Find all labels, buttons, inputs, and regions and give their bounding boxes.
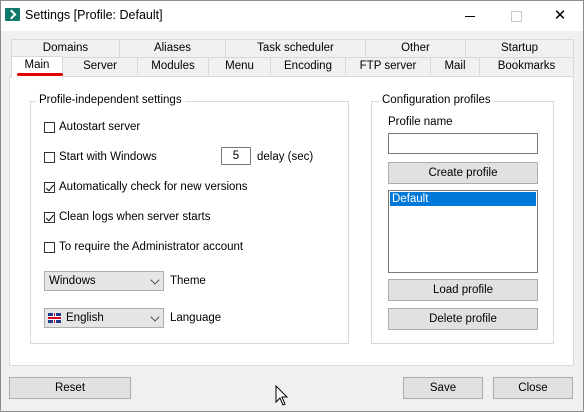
profiles-listbox[interactable]: Default	[388, 190, 538, 273]
theme-label: Theme	[170, 275, 206, 287]
mouse-cursor-icon	[275, 385, 289, 406]
clean-logs-checkbox[interactable]: Clean logs when server starts	[44, 210, 210, 224]
autostart-checkbox-box[interactable]	[44, 121, 55, 133]
tab-bookmarks[interactable]: Bookmarks	[479, 57, 574, 75]
require-admin-checkbox-box[interactable]	[44, 241, 55, 253]
chevron-down-icon	[150, 275, 160, 285]
tab-aliases[interactable]: Aliases	[119, 39, 226, 57]
minimize-button[interactable]	[447, 1, 493, 31]
profile-independent-title: Profile-independent settings	[36, 94, 185, 106]
tab-task-scheduler[interactable]: Task scheduler	[225, 39, 366, 57]
close-icon: ✕	[553, 7, 567, 24]
create-profile-button[interactable]: Create profile	[388, 162, 538, 184]
tab-startup[interactable]: Startup	[465, 39, 574, 57]
close-window-button[interactable]: ✕	[537, 1, 583, 31]
auto-check-label: Automatically check for new versions	[59, 181, 248, 193]
clean-logs-label: Clean logs when server starts	[59, 211, 211, 223]
profile-name-label: Profile name	[388, 116, 453, 128]
language-value: English	[66, 312, 104, 324]
delete-profile-button[interactable]: Delete profile	[388, 308, 538, 330]
tab-encoding[interactable]: Encoding	[270, 57, 346, 75]
title-bar[interactable]: Settings [Profile: Default] ✕	[1, 1, 583, 31]
autostart-label: Autostart server	[59, 121, 141, 133]
tab-domains[interactable]: Domains	[11, 39, 120, 57]
settings-window: Settings [Profile: Default] ✕ Domains Al…	[0, 0, 584, 412]
theme-select[interactable]: Windows	[44, 271, 164, 291]
tab-server[interactable]: Server	[62, 57, 138, 75]
require-admin-checkbox[interactable]: To require the Administrator account	[44, 240, 243, 254]
tab-menu[interactable]: Menu	[208, 57, 271, 75]
auto-check-versions-checkbox[interactable]: Automatically check for new versions	[44, 180, 248, 194]
minimize-icon	[465, 15, 475, 17]
app-terminal-icon	[5, 8, 20, 21]
reset-button[interactable]: Reset	[9, 377, 131, 399]
autostart-checkbox[interactable]: Autostart server	[44, 120, 140, 134]
maximize-button[interactable]	[493, 1, 539, 31]
delay-input[interactable]: 5	[221, 147, 251, 165]
tab-ftp-server[interactable]: FTP server	[345, 57, 431, 75]
language-select[interactable]: English	[44, 308, 164, 328]
window-title: Settings [Profile: Default]	[25, 8, 163, 22]
active-tab-underline	[17, 73, 63, 76]
close-button[interactable]: Close	[493, 377, 573, 399]
tab-mail[interactable]: Mail	[430, 57, 480, 75]
uk-flag-icon	[48, 313, 61, 323]
profile-name-input[interactable]	[388, 133, 538, 154]
load-profile-button[interactable]: Load profile	[388, 279, 538, 301]
chevron-down-icon	[150, 312, 160, 322]
auto-check-checkbox-box[interactable]	[44, 181, 55, 193]
theme-value: Windows	[49, 275, 96, 287]
start-with-windows-label: Start with Windows	[59, 151, 157, 163]
require-admin-label: To require the Administrator account	[59, 241, 244, 253]
tab-other[interactable]: Other	[365, 39, 466, 57]
language-label: Language	[170, 312, 222, 324]
list-item[interactable]: Default	[390, 192, 536, 206]
save-button[interactable]: Save	[403, 377, 483, 399]
start-with-windows-checkbox[interactable]: Start with Windows	[44, 150, 157, 164]
maximize-icon	[510, 10, 522, 22]
delay-label: delay (sec)	[257, 151, 314, 163]
configuration-profiles-title: Configuration profiles	[379, 94, 494, 106]
tab-modules[interactable]: Modules	[137, 57, 209, 75]
clean-logs-checkbox-box[interactable]	[44, 211, 55, 223]
start-with-windows-checkbox-box[interactable]	[44, 151, 55, 163]
